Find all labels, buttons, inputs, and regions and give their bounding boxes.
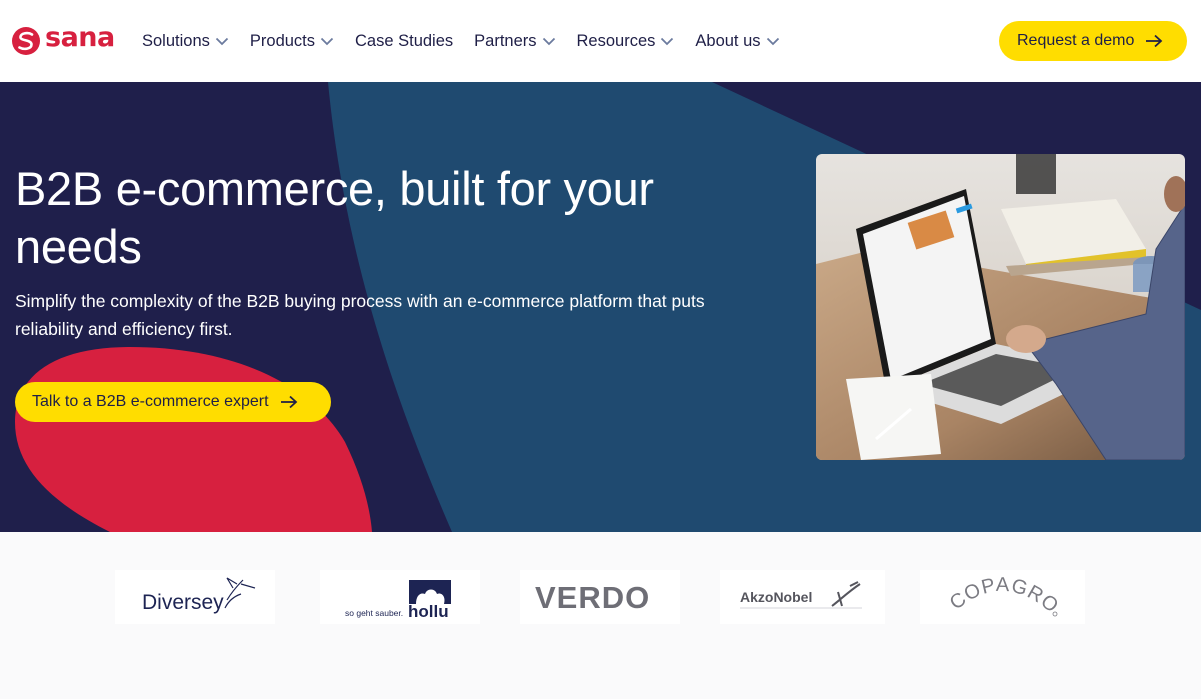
logo-hollu: so geht sauber. hollu — [320, 570, 480, 624]
laptop-desk-photo — [816, 154, 1185, 460]
chevron-down-icon — [661, 37, 674, 45]
akzonobel-logo: AkzoNobel — [740, 581, 862, 609]
verdo-logo: VERDO — [535, 580, 650, 615]
nav-item-solutions[interactable]: Solutions — [142, 32, 229, 51]
talk-to-expert-label: Talk to a B2B e-commerce expert — [32, 393, 269, 410]
request-demo-label: Request a demo — [1017, 32, 1135, 49]
arrow-right-icon — [1146, 34, 1163, 48]
nav-label: Solutions — [142, 31, 210, 50]
request-demo-button[interactable]: Request a demo — [999, 21, 1187, 61]
svg-text:Diversey: Diversey — [142, 591, 224, 614]
svg-text:AkzoNobel: AkzoNobel — [740, 589, 812, 605]
chevron-down-icon — [215, 37, 229, 45]
hero-subtitle: Simplify the complexity of the B2B buyin… — [15, 291, 705, 339]
red-blob-shape — [15, 347, 372, 532]
svg-text:COPAGRO: COPAGRO — [946, 574, 1063, 618]
talk-to-expert-button[interactable]: Talk to a B2B e-commerce expert — [15, 382, 331, 422]
chevron-down-icon — [320, 37, 334, 45]
logo-akzonobel: AkzoNobel — [720, 570, 885, 624]
main-nav: Solutions Products Case Studies Partners… — [142, 0, 801, 82]
logo-verdo: VERDO — [520, 570, 680, 624]
logo-copagro: COPAGRO — [920, 570, 1085, 624]
hero-image — [816, 154, 1185, 460]
copagro-logo: COPAGRO — [946, 574, 1063, 618]
arrow-right-icon — [280, 395, 297, 409]
nav-label: Resources — [576, 31, 656, 50]
svg-text:hollu: hollu — [408, 602, 449, 621]
nav-item-case-studies[interactable]: Case Studies — [355, 32, 453, 51]
svg-text:so geht sauber.: so geht sauber. — [345, 608, 403, 618]
nav-label: Products — [249, 31, 316, 50]
chevron-down-icon — [766, 37, 779, 45]
sana-s-mark-icon — [12, 27, 40, 55]
hero-title: B2B e-commerce, built for your needs — [15, 162, 654, 273]
nav-item-resources[interactable]: Resources — [577, 32, 675, 51]
chevron-down-icon — [542, 37, 555, 45]
nav-item-products[interactable]: Products — [250, 32, 334, 51]
diversey-logo: Diversey — [142, 577, 256, 614]
nav-label: Partners — [474, 31, 537, 50]
nav-label: Case Studies — [355, 31, 454, 50]
nav-label: About us — [695, 31, 761, 50]
nav-item-about-us[interactable]: About us — [695, 32, 779, 51]
hero-section: B2B e-commerce, built for your needs Sim… — [0, 82, 1201, 532]
hollu-logo: so geht sauber. hollu — [345, 580, 451, 621]
svg-text:VERDO: VERDO — [535, 580, 650, 615]
logo-diversey: Diversey — [115, 570, 275, 624]
customer-logos-strip: Diversey so geht sauber. hollu VERDO Akz… — [0, 532, 1201, 699]
nav-item-partners[interactable]: Partners — [474, 32, 555, 51]
site-header: sana Solutions Products Case Studies Par… — [0, 0, 1201, 82]
sana-logo[interactable]: sana — [12, 22, 115, 56]
brand-name: sana — [45, 22, 115, 53]
